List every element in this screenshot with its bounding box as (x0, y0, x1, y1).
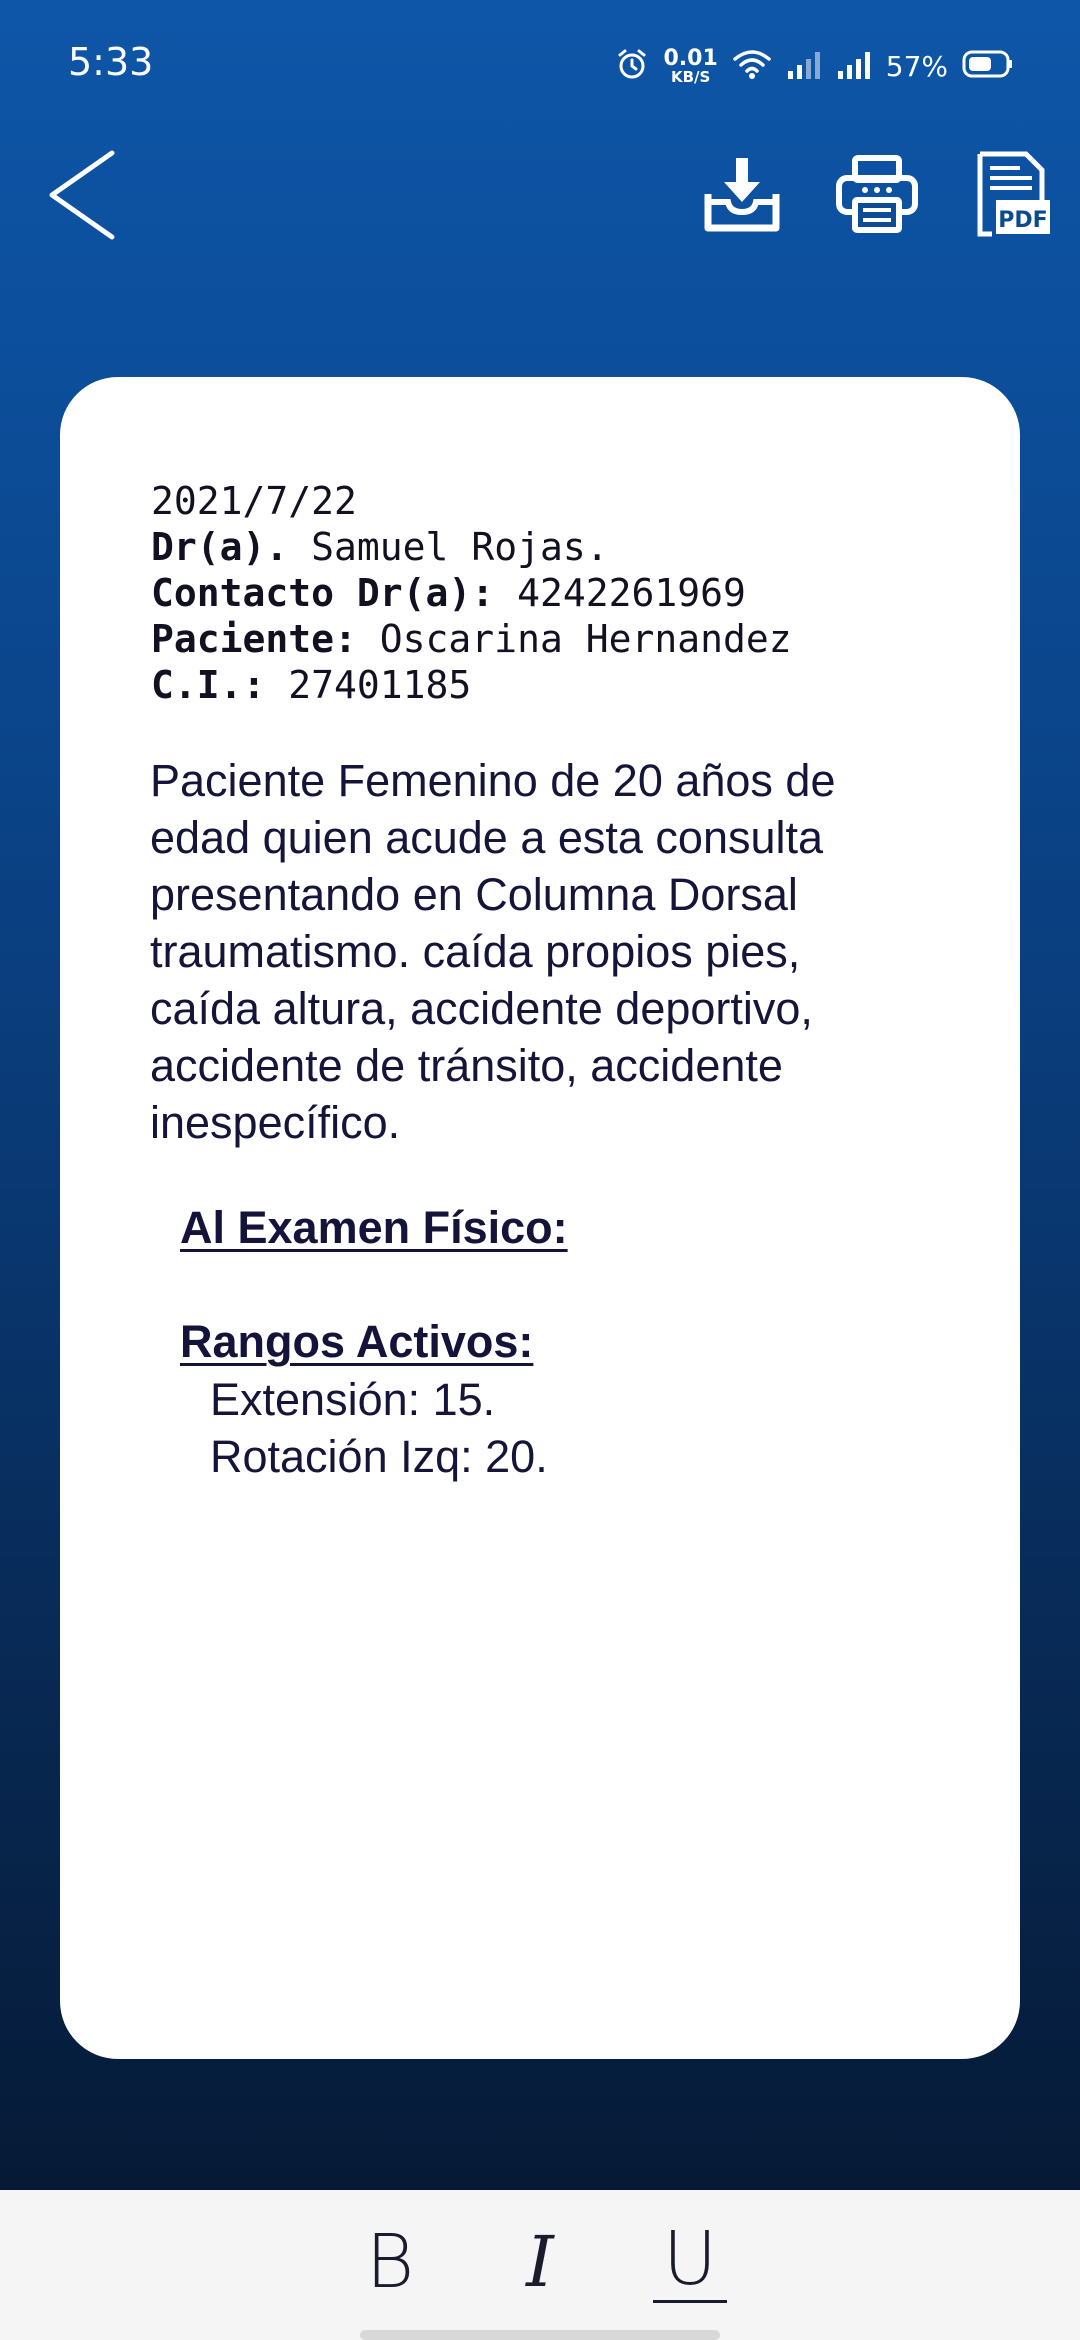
doctor-line: Dr(a). Samuel Rojas. (151, 524, 792, 570)
doctor-name: Samuel Rojas. (311, 525, 609, 569)
report-date: 2021/7/22 (151, 479, 357, 523)
battery-percent: 57% (885, 49, 948, 83)
bold-button[interactable]: B (345, 2219, 435, 2305)
patient-name: Oscarina Hernandez (379, 617, 792, 661)
contact-label: Contacto Dr(a): (151, 571, 495, 615)
home-indicator[interactable] (360, 2330, 720, 2340)
download-icon (704, 158, 780, 232)
signal-icon (786, 49, 822, 84)
alarm-icon (615, 47, 649, 86)
patient-line: Paciente: Oscarina Hernandez (151, 616, 792, 662)
contact-value: 4242261969 (517, 571, 746, 615)
id-line: C.I.: 27401185 (151, 662, 792, 708)
pdf-icon-text: PDF (998, 208, 1047, 233)
back-button[interactable] (40, 145, 130, 245)
status-bar: 5:33 0.01 KB/S 57% (0, 0, 1080, 130)
underline-button[interactable]: U (645, 2222, 735, 2303)
signal-icon (836, 49, 872, 84)
contact-line: Contacto Dr(a): 4242261969 (151, 570, 792, 616)
pdf-button[interactable]: PDF (970, 150, 1054, 238)
id-label: C.I.: (151, 663, 266, 707)
battery-icon (962, 49, 1014, 84)
print-button[interactable] (835, 152, 919, 236)
underline-label: U (652, 2222, 728, 2303)
download-button[interactable] (700, 152, 784, 236)
speed-unit: KB/S (670, 67, 711, 86)
printer-icon (836, 155, 918, 233)
report-paragraph[interactable]: Paciente Femenino de 20 años de edad qui… (150, 752, 910, 1151)
italic-button[interactable]: I (495, 2221, 585, 2303)
status-time: 5:33 (68, 40, 154, 84)
speed-value: 0.01 (663, 45, 718, 71)
id-value: 27401185 (288, 663, 472, 707)
back-arrow-icon (49, 150, 115, 240)
network-speed: 0.01 KB/S (663, 45, 718, 86)
report-header: 2021/7/22 Dr(a). Samuel Rojas. Contacto … (151, 478, 792, 708)
patient-label: Paciente: (151, 617, 357, 661)
exam-title: Al Examen Físico: (180, 1202, 568, 1253)
doctor-label: Dr(a). (151, 525, 289, 569)
ranges-title: Rangos Activos: (180, 1316, 534, 1367)
range-item: Rotación Izq: 20. (210, 1431, 548, 1482)
status-icons: 0.01 KB/S 57% (615, 44, 1014, 88)
pdf-icon: PDF (977, 151, 1050, 237)
range-item: Extensión: 15. (210, 1374, 496, 1425)
wifi-icon (732, 47, 772, 86)
